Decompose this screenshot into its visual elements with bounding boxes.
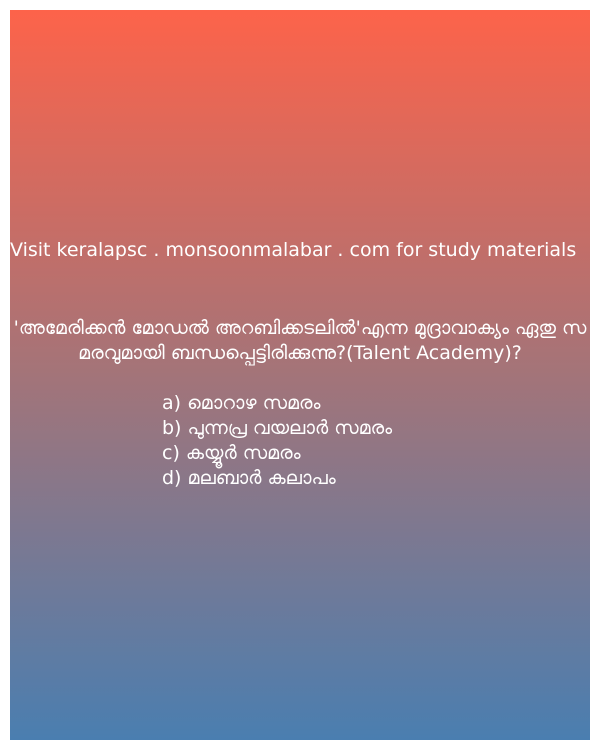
question-text: 'അമേരിക്കൻ മോഡൽ അറബിക്കടലിൽ'എന്ന മുദ്രാവ…	[13, 317, 587, 364]
question-card: Visit keralapsc . monsoonmalabar . com f…	[10, 10, 590, 740]
option-d: d) മലബാർ കലാപം	[162, 467, 336, 489]
website-promo-text: Visit keralapsc . monsoonmalabar . com f…	[10, 239, 577, 261]
option-b: b) പുന്നപ്ര വയലാർ സമരം	[162, 417, 393, 439]
option-c: c) കയ്യൂർ സമരം	[162, 442, 301, 464]
option-a: a) മൊറാഴ സമരം	[162, 392, 321, 414]
answer-options: a) മൊറാഴ സമരം b) പുന്നപ്ര വയലാർ സമരം c) …	[162, 391, 392, 491]
